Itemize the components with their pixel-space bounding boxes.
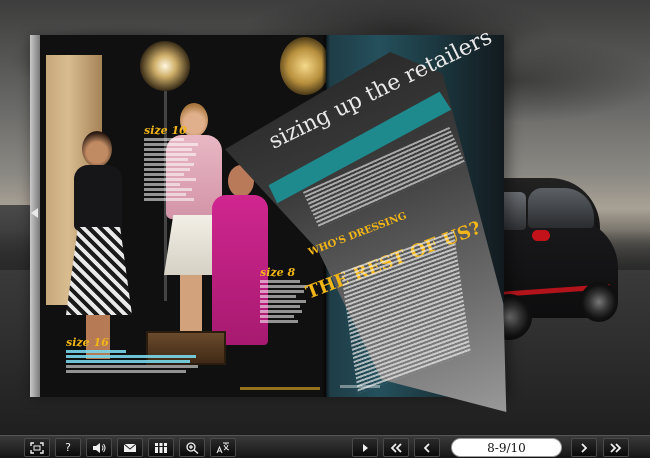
help-button[interactable]: ?	[55, 438, 81, 457]
previous-page-button[interactable]	[414, 438, 440, 457]
size-caption: size 16	[66, 337, 206, 375]
translate-button[interactable]	[210, 438, 236, 457]
double-left-icon	[390, 442, 402, 453]
sound-button[interactable]	[86, 438, 112, 457]
bottom-toolbar: ?	[0, 435, 650, 458]
autoplay-button[interactable]	[352, 438, 378, 457]
size-tag: size 10	[144, 124, 187, 137]
model-skirt	[66, 227, 132, 315]
flipping-page[interactable]: sizing up the retailers WHO'S DRESSING T…	[225, 25, 507, 412]
help-icon: ?	[65, 441, 71, 454]
email-button[interactable]	[117, 438, 143, 457]
speaker-icon	[93, 442, 106, 453]
car-rear-wheel	[580, 282, 618, 322]
model-photo	[62, 131, 134, 361]
model-head	[82, 131, 112, 167]
right-icon	[581, 442, 588, 453]
next-page-button[interactable]	[571, 438, 597, 457]
thumbnails-icon	[155, 442, 167, 453]
caption-text-block	[144, 138, 204, 201]
email-icon	[123, 443, 137, 452]
caption-text-block	[66, 350, 206, 363]
studio-lamp	[140, 41, 190, 91]
page-prev-arrow-icon[interactable]	[31, 208, 38, 218]
thumbnails-button[interactable]	[148, 438, 174, 457]
model-top	[74, 165, 122, 231]
last-page-button[interactable]	[603, 438, 629, 457]
page-number-input[interactable]	[451, 438, 562, 457]
fullscreen-icon	[30, 441, 44, 454]
play-icon	[363, 443, 368, 452]
caption-text-block	[66, 365, 206, 373]
car-mirror	[532, 230, 550, 241]
size-caption: size 10	[144, 125, 204, 203]
zoom-button[interactable]	[179, 438, 205, 457]
first-page-button[interactable]	[383, 438, 409, 457]
left-icon	[423, 442, 430, 453]
translate-icon	[216, 442, 230, 453]
size-tag: size 16	[66, 336, 109, 349]
fullscreen-button[interactable]	[24, 438, 50, 457]
zoom-icon	[186, 441, 199, 454]
double-right-icon	[610, 442, 622, 453]
